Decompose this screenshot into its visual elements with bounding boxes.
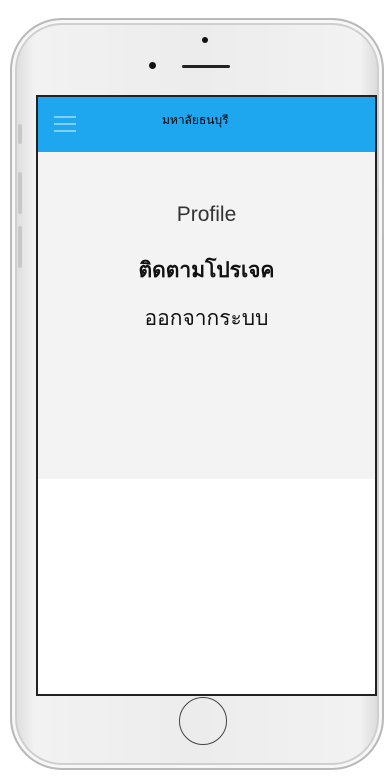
canvas: มหาลัยธนบุรี Profile ติดตามโปรเจค ออกจาก… [0, 0, 392, 777]
menu-item-profile[interactable]: Profile [38, 203, 375, 227]
home-button-icon[interactable] [179, 697, 227, 745]
sensor-dot-icon [149, 62, 156, 69]
hamburger-menu-icon[interactable] [54, 116, 76, 132]
menu-item-logout[interactable]: ออกจากระบบ [38, 302, 375, 335]
mute-switch [18, 124, 22, 144]
earpiece-speaker [182, 65, 230, 68]
phone-screen: มหาลัยธนบุรี Profile ติดตามโปรเจค ออกจาก… [36, 95, 377, 696]
app-header: มหาลัยธนบุรี [38, 97, 375, 152]
app-title: มหาลัยธนบุรี [162, 113, 229, 127]
hamburger-line [54, 123, 76, 125]
hamburger-line [54, 116, 76, 118]
front-camera-icon [202, 37, 208, 43]
volume-down-button [18, 226, 22, 268]
volume-up-button [18, 172, 22, 214]
side-menu-panel: Profile ติดตามโปรเจค ออกจากระบบ [38, 152, 375, 479]
hamburger-line [54, 130, 76, 132]
menu-item-follow-project[interactable]: ติดตามโปรเจค [38, 254, 375, 287]
